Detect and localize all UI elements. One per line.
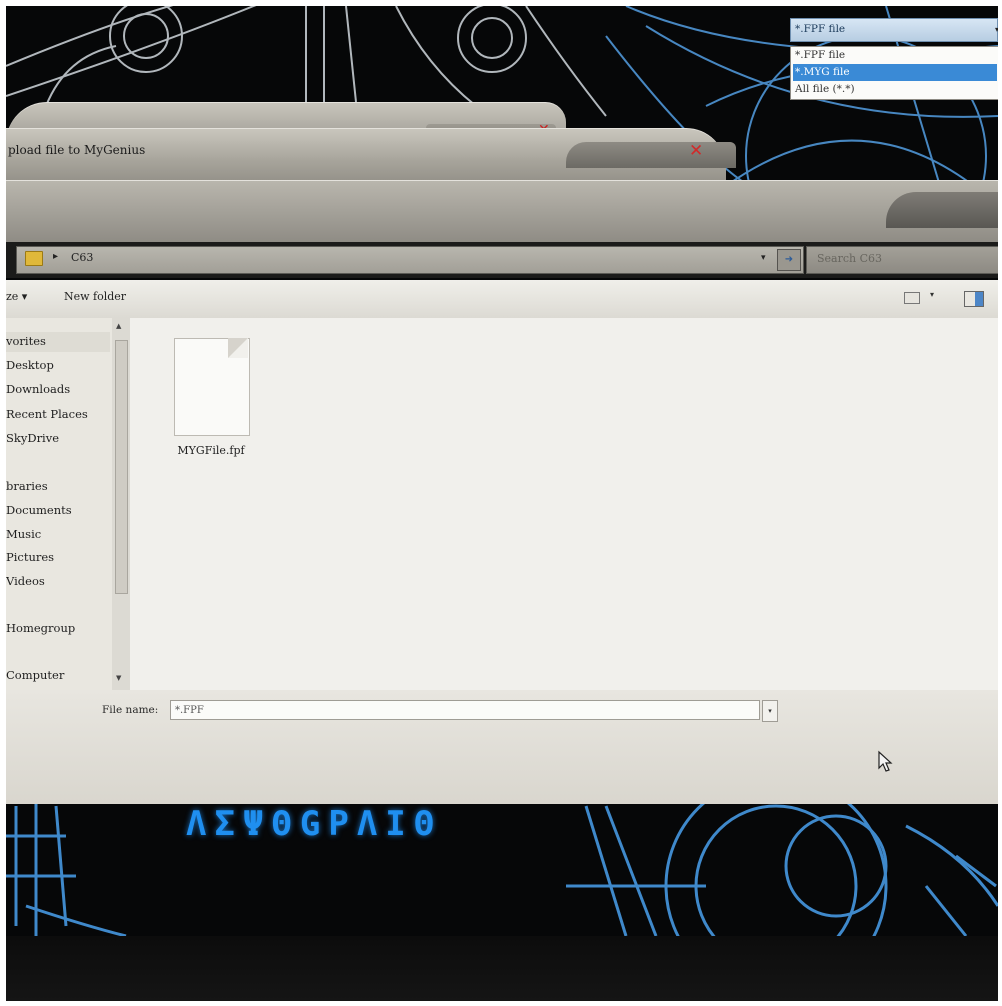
file-type-selected-value: *.FPF file <box>795 23 846 35</box>
file-item[interactable]: MYGFile.fpf <box>166 334 256 464</box>
scroll-up-icon[interactable]: ▲ <box>116 322 121 330</box>
file-name-dropdown-icon[interactable]: ▾ <box>762 700 778 722</box>
nav-item-libraries[interactable]: braries <box>6 479 48 493</box>
nav-item-desktop[interactable]: Desktop <box>6 358 54 372</box>
brand-logo-text: ΛΣΨΘGΡΛIΘ <box>186 804 443 844</box>
refresh-button[interactable]: ➜ <box>777 249 801 271</box>
preview-pane-icon[interactable] <box>964 291 984 307</box>
nav-item-skydrive[interactable]: SkyDrive <box>6 431 59 445</box>
file-type-dropdown-list: *.FPF file *.MYG file All file (*.*) <box>790 46 998 100</box>
dialog-titlebar-tab <box>566 142 736 168</box>
chevron-down-icon[interactable]: ▾ <box>995 25 998 34</box>
photo-frame: ✕ pload file to MyGenius ✕ ▸ C63 ▾ ➜ Sea… <box>6 6 998 1001</box>
search-placeholder: Search C63 <box>817 252 883 265</box>
file-name-input[interactable]: *.FPF <box>170 700 760 720</box>
nav-scrollbar[interactable]: ▲ ▼ <box>112 318 130 690</box>
file-type-select[interactable]: *.FPF file ▾ <box>790 18 998 42</box>
nav-item-documents[interactable]: Documents <box>6 503 72 517</box>
folder-icon <box>25 251 43 266</box>
nav-item-homegroup[interactable]: Homegroup <box>6 621 75 635</box>
nav-item-favorites[interactable]: vorites <box>6 334 46 348</box>
close-icon[interactable]: ✕ <box>689 141 703 161</box>
file-type-option-fpf[interactable]: *.FPF file <box>793 47 997 64</box>
nav-item-music[interactable]: Music <box>6 527 41 541</box>
nav-item-recent-places[interactable]: Recent Places <box>6 407 88 421</box>
scroll-down-icon[interactable]: ▼ <box>116 674 121 682</box>
view-dropdown-icon[interactable]: ▾ <box>930 290 934 299</box>
file-list-area: MYGFile.fpf <box>130 318 998 690</box>
address-dropdown-icon[interactable]: ▾ <box>761 253 766 263</box>
nav-item-pictures[interactable]: Pictures <box>6 550 54 564</box>
nav-item-videos[interactable]: Videos <box>6 574 45 588</box>
mouse-pointer-icon <box>878 750 893 772</box>
file-type-option-all[interactable]: All file (*.*) <box>793 81 997 98</box>
change-view-icon[interactable] <box>904 292 920 304</box>
dialog-footer: File name: *.FPF ▾ <box>6 690 998 804</box>
address-bar[interactable]: ▸ C63 ▾ ➜ <box>16 246 804 274</box>
nav-item-downloads[interactable]: Downloads <box>6 382 70 396</box>
scrollbar-thumb[interactable] <box>115 340 128 594</box>
dialog-chrome-corner <box>886 192 998 228</box>
search-input[interactable]: Search C63 <box>806 246 998 274</box>
organize-button[interactable]: ze ▾ <box>6 290 27 303</box>
file-name-label: MYGFile.fpf <box>177 444 245 457</box>
new-folder-button[interactable]: New folder <box>64 290 126 303</box>
breadcrumb-arrow-icon[interactable]: ▸ <box>53 251 58 262</box>
file-type-option-myg[interactable]: *.MYG file <box>793 64 997 81</box>
command-toolbar: ze ▾ New folder ▾ <box>6 280 998 319</box>
dialog-chrome-band <box>6 180 998 245</box>
nav-item-computer[interactable]: Computer <box>6 668 64 682</box>
navigation-pane: vorites Desktop Downloads Recent Places … <box>6 318 131 690</box>
breadcrumb[interactable]: C63 <box>71 251 93 264</box>
dialog-title: pload file to MyGenius <box>8 143 146 157</box>
file-name-label: File name: <box>102 704 159 716</box>
document-fold <box>228 338 248 358</box>
monitor-bezel <box>6 936 998 1001</box>
